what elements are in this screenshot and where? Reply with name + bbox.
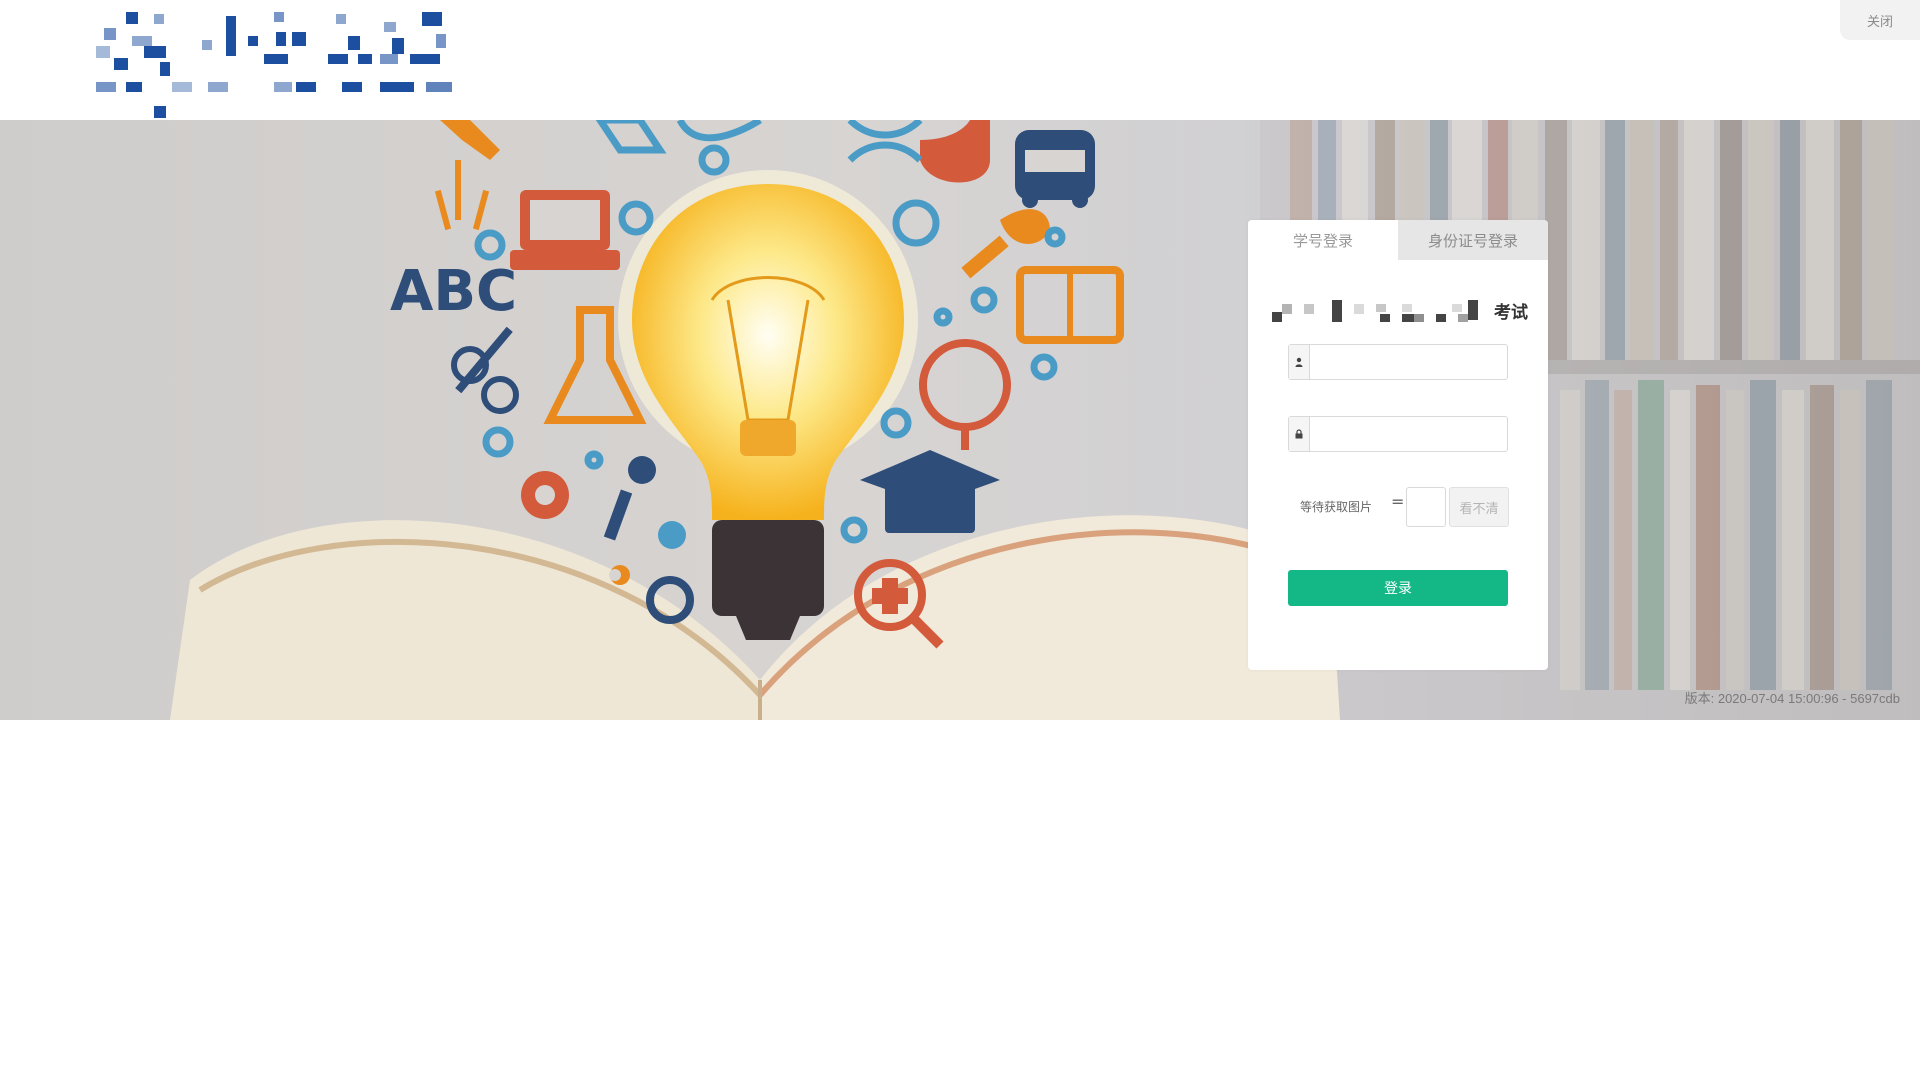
tab-id-card-login[interactable]: 身份证号登录 — [1398, 220, 1548, 260]
username-field — [1288, 344, 1508, 380]
login-card: 学号登录 身份证号登录 考试 等待获取图片 = 看不清 登录 — [1248, 220, 1548, 670]
captcha-image-placeholder: 等待获取图片 — [1300, 500, 1373, 514]
exam-title-suffix: 考试 — [1494, 303, 1528, 323]
login-tabs: 学号登录 身份证号登录 — [1248, 220, 1548, 260]
captcha-refresh-button[interactable]: 看不清 — [1449, 487, 1509, 527]
redacted-title-mosaic — [1272, 300, 1478, 322]
username-input[interactable] — [1310, 345, 1507, 379]
school-logo — [96, 12, 452, 118]
education-illustration: ABC — [170, 120, 1920, 720]
password-field — [1288, 416, 1508, 452]
hero-banner: ABC 版本: 2020-07-04 15:00:96 - 5697cdb — [0, 120, 1920, 720]
svg-text:ABC: ABC — [390, 259, 517, 324]
password-input[interactable] — [1310, 417, 1507, 451]
exam-title: 考试 — [1272, 298, 1528, 324]
version-text: 版本: 2020-07-04 15:00:96 - 5697cdb — [1684, 691, 1900, 706]
tab-student-id-login[interactable]: 学号登录 — [1248, 220, 1398, 260]
user-icon — [1289, 345, 1310, 379]
close-button[interactable]: 关闭 — [1840, 0, 1920, 40]
lock-icon — [1289, 417, 1310, 451]
captcha-input[interactable] — [1406, 487, 1446, 527]
login-button[interactable]: 登录 — [1288, 570, 1508, 606]
captcha-equals-sign: = — [1391, 492, 1405, 511]
header: 关闭 — [0, 0, 1920, 120]
